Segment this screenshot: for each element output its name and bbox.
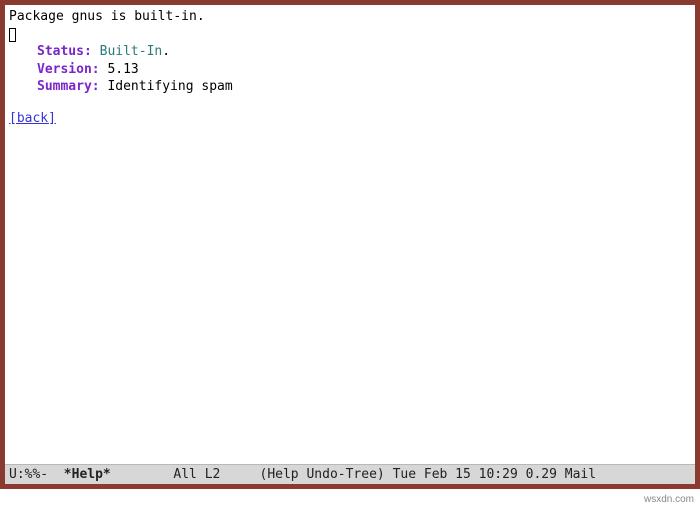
version-value: 5.13 [107, 62, 138, 77]
modeline-position: All [173, 467, 196, 482]
modeline-extra: Mail [565, 467, 596, 482]
attribution-text: wsxdn.com [644, 494, 694, 505]
status-label: Status: [37, 44, 92, 59]
version-row: Version: 5.13 [37, 61, 691, 79]
version-label: Version: [37, 62, 100, 77]
summary-value: Identifying spam [107, 79, 232, 94]
emacs-frame: Package gnus is built-in. Status: Built-… [0, 0, 700, 489]
summary-label: Summary: [37, 79, 100, 94]
mode-line[interactable]: U:%%- *Help* All L2 (Help Undo-Tree) Tue… [5, 464, 695, 484]
back-link[interactable]: [back] [9, 111, 56, 126]
summary-row: Summary: Identifying spam [37, 78, 691, 96]
modeline-coding: U:%%- [9, 467, 48, 482]
text-cursor [9, 28, 16, 42]
modeline-buffer-name: *Help* [64, 467, 111, 482]
status-value: Built-In [100, 44, 163, 59]
status-suffix: . [162, 44, 170, 59]
status-row: Status: Built-In. [37, 43, 691, 61]
package-header-line: Package gnus is built-in. [9, 8, 691, 26]
modeline-load: 0.29 [526, 467, 557, 482]
modeline-modes: (Help Undo-Tree) [260, 467, 385, 482]
modeline-datetime: Tue Feb 15 10:29 [393, 467, 518, 482]
help-buffer[interactable]: Package gnus is built-in. Status: Built-… [5, 5, 695, 464]
modeline-line: L2 [205, 467, 221, 482]
blank-line [9, 96, 691, 110]
